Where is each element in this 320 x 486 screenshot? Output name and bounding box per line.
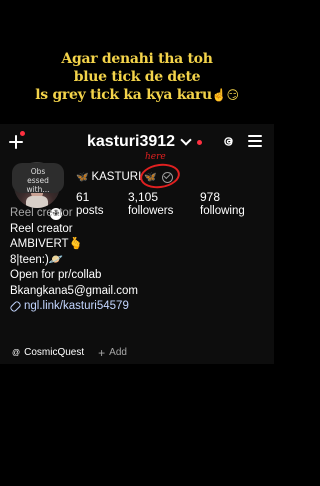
plus-icon[interactable] — [8, 134, 24, 150]
butterfly-icon: 🦋 — [76, 171, 89, 183]
caption-line-3: ls grey tick ka kya karu — [35, 87, 212, 103]
username: kasturi3912 — [87, 133, 176, 150]
plus-mini-icon: + — [98, 345, 106, 360]
bio-line: 8|teen:)🪐 — [10, 253, 64, 266]
stat-value: 61 — [76, 190, 90, 204]
bio-line: Bkangkana5@gmail.com — [10, 284, 139, 297]
notification-dot — [20, 131, 25, 136]
note-bubble[interactable]: Obs essed with... — [12, 163, 64, 194]
threads-mini-icon: @ — [12, 348, 21, 357]
circle-annotation — [138, 161, 182, 191]
video-frame: Agar denahi tha toh blue tick de dete ls… — [0, 0, 274, 486]
top-bar: kasturi3912 — [0, 124, 274, 160]
stat-value: 978 — [200, 190, 221, 204]
chevron-down-icon — [180, 134, 192, 146]
caption-line-1: Agar denahi tha toh — [61, 51, 213, 67]
profile-screen: kasturi3912 Obs essed with... + 🦋 KASTUR… — [0, 124, 274, 364]
bio-category: Reel creator — [10, 207, 73, 219]
menu-icon[interactable] — [248, 135, 262, 147]
profile-name: KASTURI — [91, 171, 142, 183]
bio-line: AMBIVERT🫰 — [10, 238, 83, 250]
threads-icon[interactable] — [220, 133, 237, 150]
threads-chip-label: CosmicQuest — [24, 347, 85, 358]
caption-line-2: blue tick de dete — [73, 69, 201, 85]
note-line: Obs — [30, 167, 46, 176]
bio-link-text: ngl.link/kasturi54579 — [24, 300, 129, 312]
note-line: essed — [27, 176, 49, 185]
add-chip[interactable]: + Add — [98, 345, 127, 360]
account-switcher[interactable]: kasturi3912 — [87, 132, 203, 152]
profile-chips: @ CosmicQuest + Add — [12, 345, 127, 360]
stat-value: 3,105 — [128, 190, 159, 204]
bio-line: Reel creator — [10, 222, 73, 235]
bio: Reel creator Reel creator AMBIVERT🫰 8|te… — [9, 206, 270, 315]
link-icon — [9, 300, 22, 314]
add-chip-label: Add — [109, 347, 127, 358]
caption-overlay: Agar denahi tha toh blue tick de dete ls… — [0, 50, 274, 104]
threads-chip[interactable]: @ CosmicQuest — [12, 347, 84, 358]
account-notification-dot — [197, 139, 203, 145]
note-line: with... — [26, 185, 50, 194]
here-annotation: here — [145, 152, 166, 162]
bio-line: Open for pr/collab — [10, 269, 102, 281]
caption-line-3-wrap: ls grey tick ka kya karu☝️😏 — [0, 86, 274, 104]
bio-link[interactable]: ngl.link/kasturi54579 — [9, 299, 270, 315]
caption-emoji: ☝️😏 — [211, 88, 239, 102]
